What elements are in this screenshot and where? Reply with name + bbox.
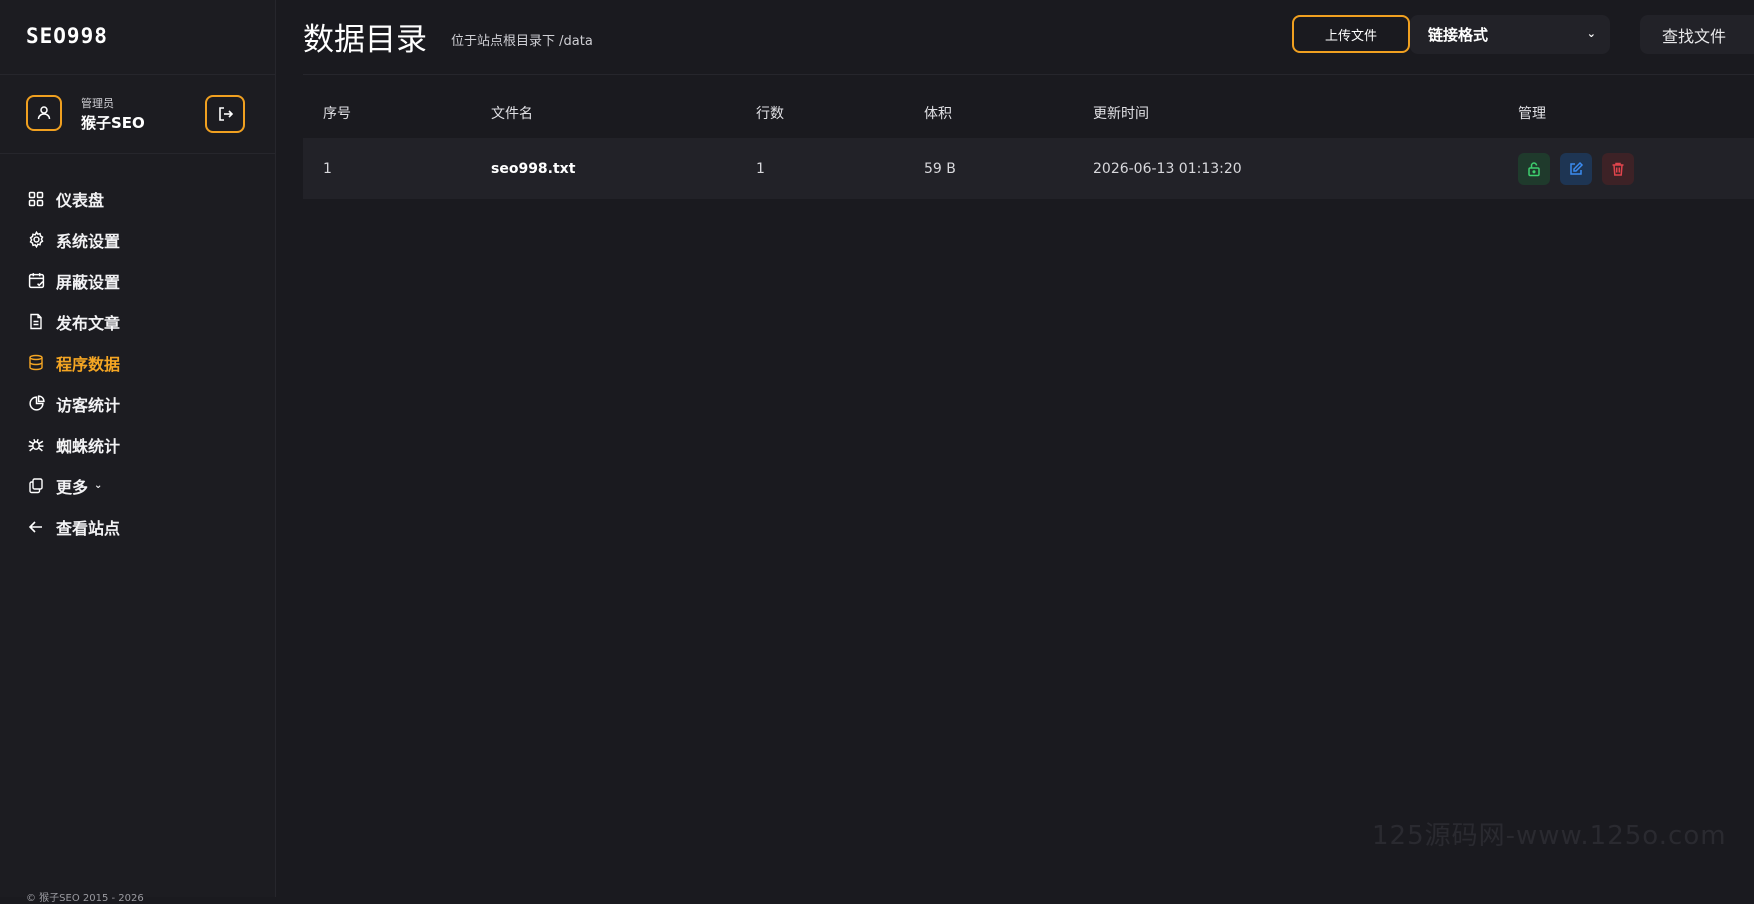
sidebar-item-label: 系统设置	[56, 231, 121, 251]
chevron-down-icon: ⌄	[1586, 27, 1596, 40]
column-header-manage: 管理	[1518, 106, 1546, 122]
sidebar-item-spider-stats[interactable]: 蜘蛛统计	[0, 424, 275, 465]
data-files-table: 序号 文件名 行数 体积 更新时间 管理 1 seo998.txt 1 59 B…	[303, 88, 1754, 199]
chevron-down-icon: ⌄	[94, 480, 103, 491]
edit-icon	[1570, 161, 1584, 175]
sidebar-nav: 仪表盘 系统设置 屏蔽设置 发布文章 程序数据 访客统计 蜘蛛统计 更多 ⌄ 查…	[0, 178, 275, 547]
header-divider	[303, 74, 1754, 75]
link-format-select[interactable]: 链接格式 ⌄	[1410, 15, 1610, 54]
sidebar-item-label: 程序数据	[56, 354, 121, 374]
find-file-button[interactable]: 查找文件	[1640, 15, 1754, 54]
cell-filename[interactable]: seo998.txt	[491, 138, 756, 199]
sidebar-item-view-site[interactable]: 查看站点	[0, 506, 275, 547]
user-role: 管理员	[81, 97, 114, 110]
trash-icon	[1612, 162, 1624, 176]
column-header-lines: 行数	[756, 106, 784, 122]
delete-button[interactable]	[1602, 152, 1634, 185]
pie-chart-icon	[26, 394, 46, 414]
sidebar-item-dashboard[interactable]: 仪表盘	[0, 178, 275, 219]
sidebar-item-label: 更多	[56, 477, 89, 497]
sidebar-item-publish-article[interactable]: 发布文章	[0, 301, 275, 342]
user-icon	[26, 95, 62, 131]
gear-icon	[26, 230, 46, 250]
edit-button[interactable]	[1560, 152, 1592, 185]
logout-button[interactable]	[205, 95, 245, 133]
sidebar: SEO998 管理员 猴子SEO 仪表盘 系统设置 屏蔽设置 发布文章 程序数据…	[0, 0, 276, 904]
upload-file-button[interactable]: 上传文件	[1292, 15, 1410, 53]
column-header-size: 体积	[924, 106, 952, 122]
column-header-filename: 文件名	[491, 106, 533, 122]
unlock-icon	[1528, 161, 1540, 176]
cell-size: 59 B	[924, 138, 1093, 199]
document-icon	[26, 312, 46, 332]
app-logo[interactable]: SEO998	[26, 24, 108, 48]
user-name: 猴子SEO	[81, 114, 145, 132]
cell-lines: 1	[756, 138, 924, 199]
sidebar-divider	[0, 153, 275, 154]
sidebar-item-label: 屏蔽设置	[56, 272, 121, 292]
calendar-check-icon	[26, 271, 46, 291]
column-header-index: 序号	[323, 106, 351, 122]
cell-index: 1	[303, 138, 491, 199]
table-row: 1 seo998.txt 1 59 B 2026-06-13 01:13:20	[303, 138, 1754, 199]
page-title: 数据目录	[303, 22, 427, 58]
logout-icon	[219, 107, 234, 121]
arrow-left-icon	[26, 517, 46, 537]
sidebar-item-label: 访客统计	[56, 395, 121, 415]
cell-actions	[1518, 138, 1754, 199]
table-header-row: 序号 文件名 行数 体积 更新时间 管理	[303, 88, 1754, 138]
user-panel: 管理员 猴子SEO	[26, 95, 246, 135]
page-subtitle: 位于站点根目录下 /data	[451, 34, 593, 49]
sidebar-item-label: 发布文章	[56, 313, 121, 333]
spider-icon	[26, 435, 46, 455]
main-content: 数据目录 位于站点根目录下 /data 上传文件 链接格式 ⌄ 查找文件 序号 …	[276, 0, 1754, 897]
grid-icon	[26, 189, 46, 209]
sidebar-item-label: 蜘蛛统计	[56, 436, 121, 456]
row-actions	[1518, 152, 1754, 185]
link-format-label: 链接格式	[1428, 26, 1489, 44]
sidebar-item-program-data[interactable]: 程序数据	[0, 342, 275, 383]
sidebar-item-label: 查看站点	[56, 518, 121, 538]
sidebar-item-block-settings[interactable]: 屏蔽设置	[0, 260, 275, 301]
sidebar-divider	[0, 74, 275, 75]
copy-icon	[26, 476, 46, 496]
watermark-text: 125源码网-www.125o.com	[1372, 821, 1727, 851]
unlock-button[interactable]	[1518, 152, 1550, 185]
database-icon	[26, 353, 46, 373]
sidebar-item-system-settings[interactable]: 系统设置	[0, 219, 275, 260]
sidebar-item-label: 仪表盘	[56, 190, 105, 210]
cell-updated: 2026-06-13 01:13:20	[1093, 138, 1518, 199]
column-header-updated: 更新时间	[1093, 106, 1149, 122]
sidebar-item-more[interactable]: 更多 ⌄	[0, 465, 275, 506]
sidebar-item-visitor-stats[interactable]: 访客统计	[0, 383, 275, 424]
